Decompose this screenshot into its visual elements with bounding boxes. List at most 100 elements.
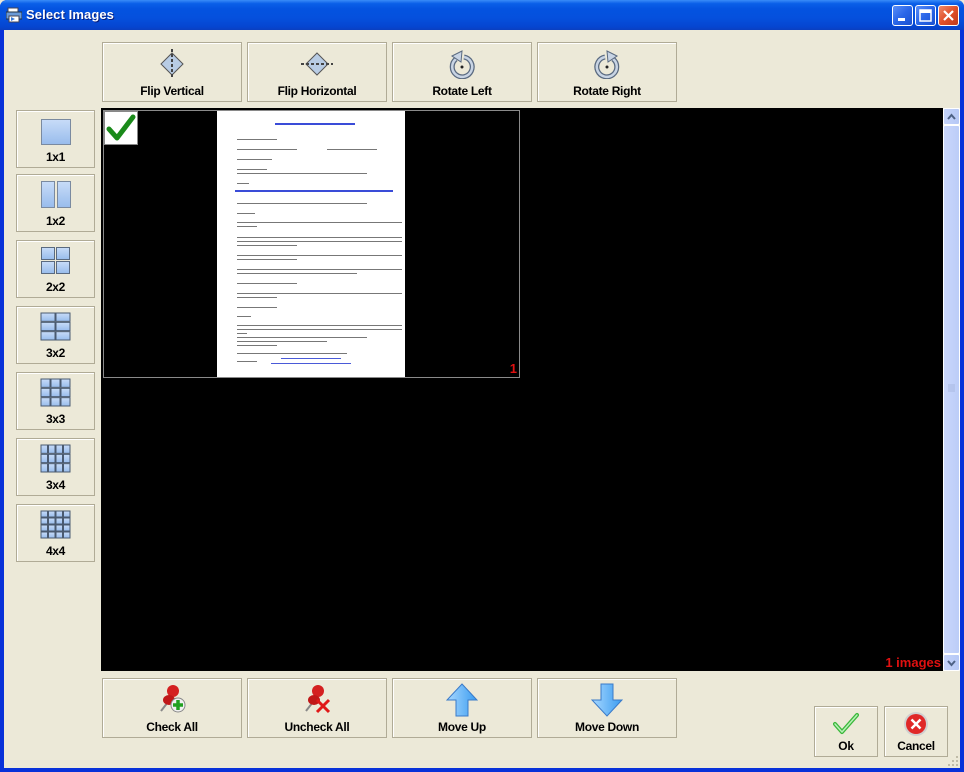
close-icon (943, 10, 954, 21)
layout-2x2-label: 2x2 (45, 280, 66, 294)
ok-checkmark-icon (833, 713, 859, 734)
flip-vertical-button[interactable]: Flip Vertical (102, 42, 242, 102)
grid-cell (55, 524, 63, 532)
minimize-icon (898, 18, 905, 21)
doc-text-line (237, 259, 297, 260)
grid-cell (55, 531, 63, 539)
doc-text-line (237, 183, 249, 184)
cancel-icon (904, 712, 928, 736)
grid-cell (62, 444, 70, 454)
layout-1x1-button[interactable]: 1x1 (16, 110, 95, 168)
grid-cell (40, 312, 55, 322)
doc-title-line (275, 123, 355, 125)
layout-4x4-button[interactable]: 4x4 (16, 504, 95, 562)
doc-text-line (237, 237, 402, 238)
grid-cell (40, 517, 48, 525)
grid-cell (40, 378, 50, 388)
flip-vertical-icon (160, 49, 184, 79)
layout-1x1-icon (40, 119, 71, 145)
layout-1x2-button[interactable]: 1x2 (16, 174, 95, 232)
layout-2x2-button[interactable]: 2x2 (16, 240, 95, 298)
move-down-label: Move Down (575, 720, 639, 734)
grid-cell (55, 510, 63, 518)
doc-text-line (237, 333, 247, 334)
ok-label: Ok (838, 739, 854, 753)
grid-cell (40, 321, 55, 332)
image-thumbnail[interactable]: 1 (103, 110, 520, 378)
chevron-up-icon (947, 113, 956, 120)
maximize-icon (919, 9, 932, 22)
layout-3x3-button[interactable]: 3x3 (16, 372, 95, 430)
grid-cell (55, 321, 70, 332)
doc-text-line (237, 329, 402, 330)
image-viewer[interactable]: 1 1 images (101, 108, 943, 671)
layout-1x2-label: 1x2 (45, 214, 66, 228)
client-area: Flip Vertical Flip Horizontal Rotate Lef… (4, 30, 960, 768)
layout-3x4-icon (40, 444, 70, 473)
grid-cell (62, 531, 70, 539)
doc-text-line (237, 307, 277, 308)
grid-cell (62, 463, 70, 473)
grid-cell (50, 397, 60, 407)
layout-4x4-icon (40, 510, 70, 539)
flip-horizontal-button[interactable]: Flip Horizontal (247, 42, 387, 102)
grid-cell (47, 444, 55, 454)
doc-text-line (237, 149, 297, 150)
grid-cell (62, 510, 70, 518)
vertical-scrollbar[interactable] (943, 108, 960, 671)
image-page-number: 1 (509, 361, 517, 376)
grid-cell (47, 453, 55, 464)
flip-horizontal-icon (301, 52, 333, 76)
grid-cell (40, 453, 48, 464)
doc-footer-line (271, 363, 351, 364)
checkmark-icon (106, 114, 136, 141)
grid-cell (40, 444, 48, 454)
cancel-button[interactable]: Cancel (884, 706, 948, 757)
grid-cell (55, 312, 70, 322)
flip-horizontal-label: Flip Horizontal (277, 84, 357, 98)
doc-text-line (237, 269, 402, 270)
move-up-button[interactable]: Move Up (392, 678, 532, 738)
doc-text-line (237, 325, 402, 326)
title-bar[interactable]: Select Images (0, 0, 964, 30)
rotate-right-button[interactable]: Rotate Right (537, 42, 677, 102)
grid-cell (60, 397, 70, 407)
grid-cell (62, 453, 70, 464)
doc-text-line (237, 226, 257, 227)
grid-cell (47, 524, 55, 532)
image-checkbox[interactable] (104, 111, 138, 145)
rotate-right-icon (594, 50, 620, 79)
move-down-button[interactable]: Move Down (537, 678, 677, 738)
doc-timeline-line (235, 190, 393, 192)
scroll-down-button[interactable] (943, 654, 960, 671)
minimize-button[interactable] (892, 5, 913, 26)
doc-text-line (237, 169, 267, 170)
layout-3x2-button[interactable]: 3x2 (16, 306, 95, 364)
rotate-right-label: Rotate Right (573, 84, 641, 98)
ok-button[interactable]: Ok (814, 706, 878, 757)
cancel-label: Cancel (897, 739, 935, 753)
pushpin-remove-icon (305, 685, 331, 714)
resize-grip-icon[interactable] (947, 755, 959, 767)
grid-cell (40, 463, 48, 473)
close-button[interactable] (938, 5, 959, 26)
image-count: 1 images (885, 655, 941, 670)
grid-cell (55, 331, 70, 341)
check-all-button[interactable]: Check All (102, 678, 242, 738)
doc-text-line (237, 173, 367, 174)
doc-text-line (237, 345, 277, 346)
doc-text-line (237, 297, 277, 298)
uncheck-all-button[interactable]: Uncheck All (247, 678, 387, 738)
scroll-up-button[interactable] (943, 108, 960, 125)
check-all-label: Check All (146, 720, 198, 734)
scroll-thumb[interactable] (943, 125, 960, 654)
arrow-down-icon (591, 683, 623, 717)
uncheck-all-label: Uncheck All (284, 720, 350, 734)
layout-3x4-button[interactable]: 3x4 (16, 438, 95, 496)
layout-3x4-label: 3x4 (45, 478, 66, 492)
rotate-left-button[interactable]: Rotate Left (392, 42, 532, 102)
grid-cell (55, 444, 63, 454)
grid-cell (50, 378, 60, 388)
doc-text-line (237, 361, 257, 362)
maximize-button[interactable] (915, 5, 936, 26)
